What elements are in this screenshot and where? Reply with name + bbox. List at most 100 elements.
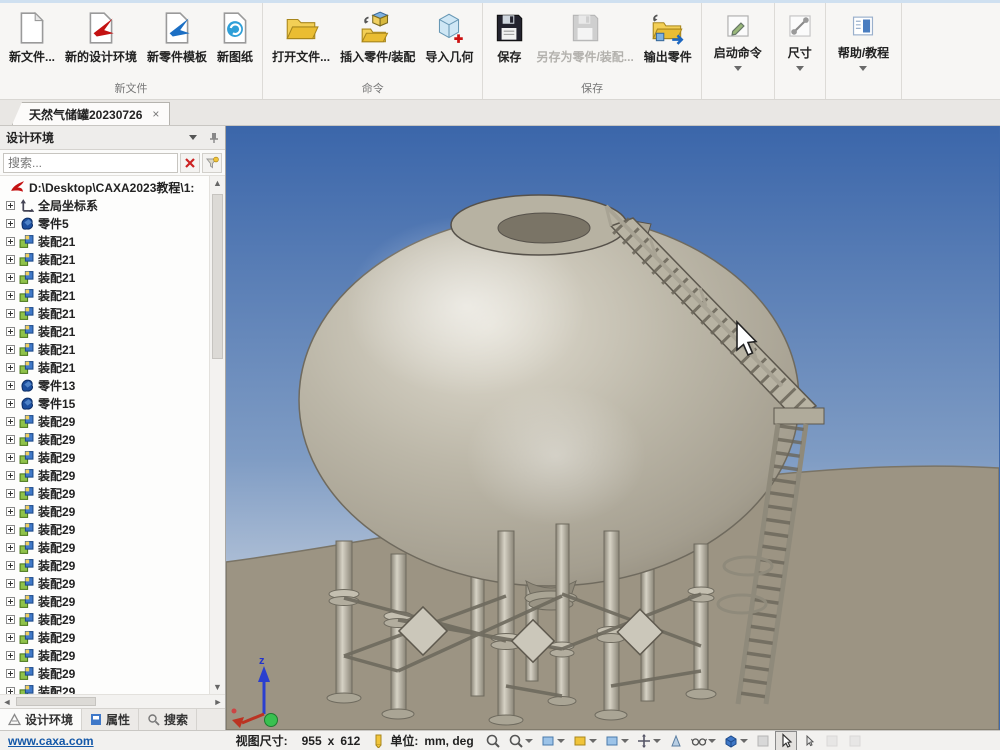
tab-design-environment[interactable]: 设计环境 xyxy=(0,709,82,730)
search-input[interactable] xyxy=(3,153,178,173)
expand-icon[interactable] xyxy=(6,651,15,660)
scrollbar-thumb[interactable] xyxy=(16,697,96,706)
tree-item-part[interactable]: 零件5 xyxy=(0,214,209,232)
scroll-left-icon[interactable]: ◄ xyxy=(0,695,14,708)
open-file-button[interactable]: 打开文件... xyxy=(267,6,335,66)
render-mode-icon[interactable] xyxy=(720,731,751,750)
tree-item-assembly[interactable]: 装配21 xyxy=(0,286,209,304)
expand-icon[interactable] xyxy=(6,669,15,678)
tree-item-assembly[interactable]: 装配29 xyxy=(0,556,209,574)
dimension-button[interactable]: 尺寸 xyxy=(775,3,826,99)
pin-icon[interactable] xyxy=(209,132,219,144)
select-tool-icon[interactable] xyxy=(775,731,797,750)
tree-item-assembly[interactable]: 装配29 xyxy=(0,574,209,592)
tab-properties[interactable]: 属性 xyxy=(82,709,139,730)
chevron-down-icon[interactable] xyxy=(189,135,197,140)
expand-icon[interactable] xyxy=(6,489,15,498)
expand-icon[interactable] xyxy=(6,597,15,606)
tree-item-assembly[interactable]: 装配29 xyxy=(0,682,209,694)
save-as-button[interactable]: 另存为零件/装配... xyxy=(531,6,638,66)
scroll-right-icon[interactable]: ► xyxy=(211,695,225,708)
tree-item-assembly[interactable]: 装配29 xyxy=(0,592,209,610)
expand-icon[interactable] xyxy=(6,363,15,372)
tree-item-assembly[interactable]: 装配21 xyxy=(0,250,209,268)
tree-item-assembly[interactable]: 装配29 xyxy=(0,502,209,520)
export-part-button[interactable]: 输出零件 xyxy=(639,6,697,66)
tree-horizontal-scrollbar[interactable]: ◄ ► xyxy=(0,694,225,708)
tree-item-root[interactable]: D:\Desktop\CAXA2023教程\1: xyxy=(0,178,209,196)
select-alt-icon[interactable] xyxy=(798,731,820,750)
view-style-icon[interactable] xyxy=(601,731,632,750)
expand-icon[interactable] xyxy=(6,273,15,282)
zoom-icon[interactable] xyxy=(482,731,504,750)
tree-item-part[interactable]: 零件15 xyxy=(0,394,209,412)
expand-icon[interactable] xyxy=(6,453,15,462)
start-command-button[interactable]: 启动命令 xyxy=(702,3,775,99)
expand-icon[interactable] xyxy=(6,327,15,336)
new-part-template-button[interactable]: 新零件模板 xyxy=(142,6,212,66)
new-file-button[interactable]: 新文件... xyxy=(4,6,60,66)
ghost-tool-icon[interactable] xyxy=(752,731,774,750)
expand-icon[interactable] xyxy=(6,255,15,264)
tree-item-assembly[interactable]: 装配21 xyxy=(0,304,209,322)
tree-item-assembly[interactable]: 装配21 xyxy=(0,232,209,250)
expand-icon[interactable] xyxy=(6,201,15,210)
tree-item-assembly[interactable]: 装配29 xyxy=(0,430,209,448)
document-tab[interactable]: 天然气储罐20230726 × xyxy=(12,102,170,125)
expand-icon[interactable] xyxy=(6,543,15,552)
tree-item-assembly[interactable]: 装配29 xyxy=(0,610,209,628)
expand-icon[interactable] xyxy=(6,471,15,480)
view-orient-icon[interactable] xyxy=(569,731,600,750)
expand-icon[interactable] xyxy=(6,237,15,246)
expand-icon[interactable] xyxy=(6,399,15,408)
tree-item-assembly[interactable]: 装配29 xyxy=(0,646,209,664)
save-button[interactable]: 保存 xyxy=(487,6,531,66)
tree-item-assembly[interactable]: 装配29 xyxy=(0,538,209,556)
expand-icon[interactable] xyxy=(6,633,15,642)
expand-icon[interactable] xyxy=(6,525,15,534)
pan-icon[interactable] xyxy=(633,731,664,750)
perspective-icon[interactable] xyxy=(688,731,719,750)
tree-item-assembly[interactable]: 装配21 xyxy=(0,358,209,376)
new-design-env-button[interactable]: 新的设计环境 xyxy=(60,6,142,66)
tree-vertical-scrollbar[interactable]: ▲ ▼ xyxy=(209,176,225,694)
help-button[interactable]: 帮助/教程 xyxy=(826,3,902,99)
tree-item-coord[interactable]: 全局坐标系 xyxy=(0,196,209,214)
tree-item-assembly[interactable]: 装配29 xyxy=(0,628,209,646)
expand-icon[interactable] xyxy=(6,579,15,588)
tree-item-assembly[interactable]: 装配29 xyxy=(0,484,209,502)
expand-icon[interactable] xyxy=(6,687,15,695)
tree-item-assembly[interactable]: 装配21 xyxy=(0,268,209,286)
expand-icon[interactable] xyxy=(6,417,15,426)
scroll-down-icon[interactable]: ▼ xyxy=(210,680,225,694)
expand-icon[interactable] xyxy=(6,561,15,570)
tree-item-assembly[interactable]: 装配29 xyxy=(0,520,209,538)
expand-icon[interactable] xyxy=(6,345,15,354)
rotate-view-icon[interactable] xyxy=(665,731,687,750)
insert-part-button[interactable]: 插入零件/装配 xyxy=(335,6,420,66)
close-icon[interactable]: × xyxy=(152,107,159,121)
view-standard-icon[interactable] xyxy=(537,731,568,750)
clear-search-button[interactable] xyxy=(180,153,200,173)
tree-item-assembly[interactable]: 装配29 xyxy=(0,412,209,430)
expand-icon[interactable] xyxy=(6,507,15,516)
new-drawing-button[interactable]: 新图纸 xyxy=(212,6,258,66)
expand-icon[interactable] xyxy=(6,381,15,390)
expand-icon[interactable] xyxy=(6,309,15,318)
tab-search[interactable]: 搜索 xyxy=(139,709,197,730)
tree-item-assembly[interactable]: 装配29 xyxy=(0,466,209,484)
caxa-website-link[interactable]: www.caxa.com xyxy=(8,734,94,748)
tree-item-assembly[interactable]: 装配21 xyxy=(0,340,209,358)
expand-icon[interactable] xyxy=(6,435,15,444)
import-geometry-button[interactable]: 导入几何 xyxy=(420,6,478,66)
tree-item-part[interactable]: 零件13 xyxy=(0,376,209,394)
tree-item-assembly[interactable]: 装配29 xyxy=(0,448,209,466)
tree-item-assembly[interactable]: 装配29 xyxy=(0,664,209,682)
expand-icon[interactable] xyxy=(6,615,15,624)
scroll-up-icon[interactable]: ▲ xyxy=(210,176,225,190)
scrollbar-thumb[interactable] xyxy=(212,194,223,359)
zoom-extents-icon[interactable] xyxy=(505,731,536,750)
viewport-3d[interactable]: z xyxy=(226,126,1000,730)
expand-icon[interactable] xyxy=(6,219,15,228)
expand-icon[interactable] xyxy=(6,291,15,300)
